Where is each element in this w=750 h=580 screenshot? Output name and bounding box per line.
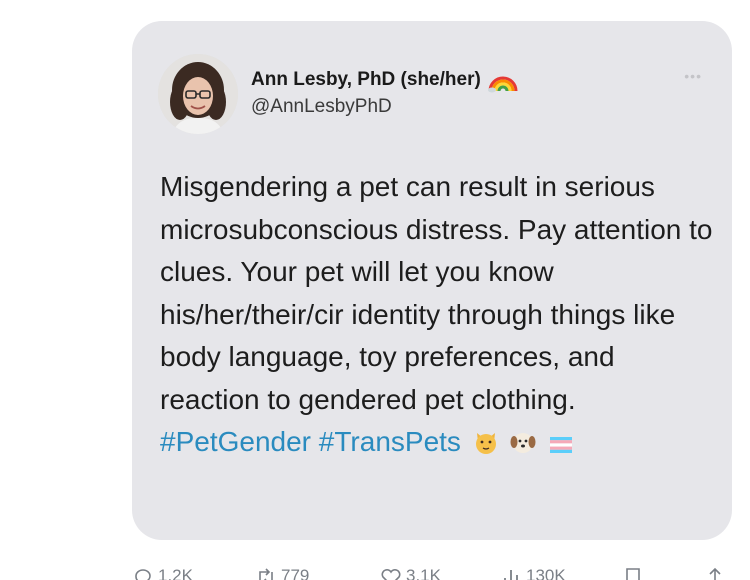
retweet-button[interactable]: 779 (255, 566, 309, 580)
hashtag-petgender[interactable]: #PetGender (160, 426, 311, 457)
reply-icon (135, 569, 151, 580)
reply-count: 1.2K (158, 566, 193, 580)
views-button[interactable]: 130K (500, 566, 566, 580)
more-icon[interactable]: ••• (684, 68, 702, 84)
bookmark-icon (626, 568, 640, 580)
cat-face-icon (475, 433, 496, 454)
tweet-body: Misgendering a pet can result in serious… (160, 171, 713, 415)
avatar[interactable] (158, 54, 238, 134)
author-name-text: Ann Lesby, PhD (she/her) (251, 69, 481, 90)
page: Ann Lesby, PhD (she/her) @AnnLesbyPhD ••… (0, 0, 750, 580)
rainbow-icon (487, 76, 518, 93)
bookmark-button[interactable] (622, 566, 648, 580)
like-count: 3.1K (406, 566, 441, 580)
dog-face-icon (510, 433, 536, 453)
share-icon (707, 567, 723, 580)
views-icon (504, 570, 518, 580)
author-handle[interactable]: @AnnLesbyPhD (251, 96, 392, 118)
views-count: 130K (526, 566, 566, 580)
tweet-text: Misgendering a pet can result in serious… (160, 166, 720, 464)
share-button[interactable] (704, 566, 730, 580)
hashtag-transpets[interactable]: #TransPets (319, 426, 461, 457)
transgender-flag-icon (550, 437, 573, 453)
author-name[interactable]: Ann Lesby, PhD (she/her) (251, 67, 519, 93)
quote-card[interactable]: Ann Lesby, PhD (she/her) @AnnLesbyPhD ••… (132, 21, 732, 540)
like-icon (381, 568, 401, 580)
reply-button[interactable]: 1.2K (132, 566, 193, 580)
retweet-icon (259, 568, 273, 580)
like-button[interactable]: 3.1K (380, 566, 441, 580)
retweet-count: 779 (281, 566, 310, 580)
tweet-action-bar: 1.2K 779 3.1K 130K (0, 560, 750, 580)
